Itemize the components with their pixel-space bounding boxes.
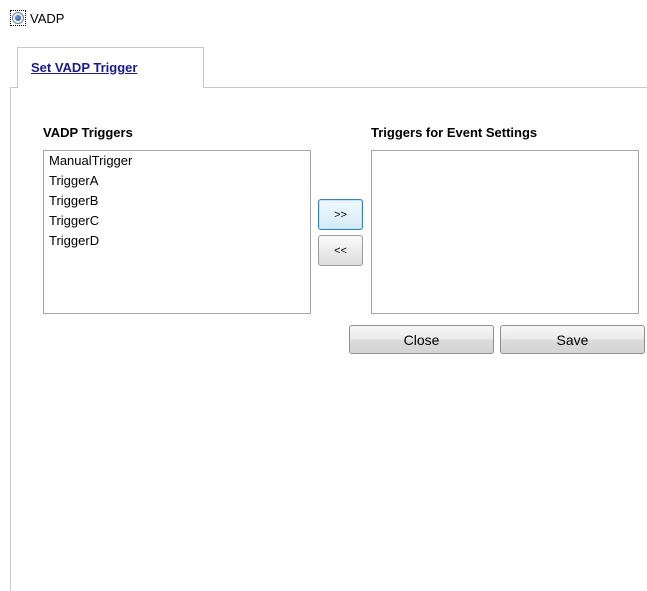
radio-circle-icon [12,12,24,24]
vadp-radio-row[interactable]: VADP [10,9,64,27]
vadp-triggers-listbox[interactable]: ManualTrigger TriggerA TriggerB TriggerC Tri… [43,150,311,314]
vadp-triggers-heading: VADP Triggers [43,125,133,140]
event-triggers-listbox[interactable] [371,150,639,314]
list-item[interactable]: ManualTrigger [44,151,310,171]
remove-trigger-button[interactable]: << [318,235,363,266]
list-item[interactable]: TriggerA [44,171,310,191]
list-item[interactable]: TriggerD [44,231,310,251]
vadp-radio-label[interactable]: VADP [30,11,64,26]
list-item[interactable]: TriggerC [44,211,310,231]
radio-selected-dot-icon [15,15,21,21]
close-button[interactable]: Close [349,325,494,354]
event-triggers-heading: Triggers for Event Settings [371,125,538,140]
tab-set-vadp-trigger[interactable]: Set VADP Trigger [17,47,204,88]
list-item[interactable]: TriggerB [44,191,310,211]
tab-label[interactable]: Set VADP Trigger [31,60,137,75]
vadp-radio-button[interactable] [10,10,26,26]
add-trigger-button[interactable]: >> [318,199,363,230]
save-button[interactable]: Save [500,325,645,354]
